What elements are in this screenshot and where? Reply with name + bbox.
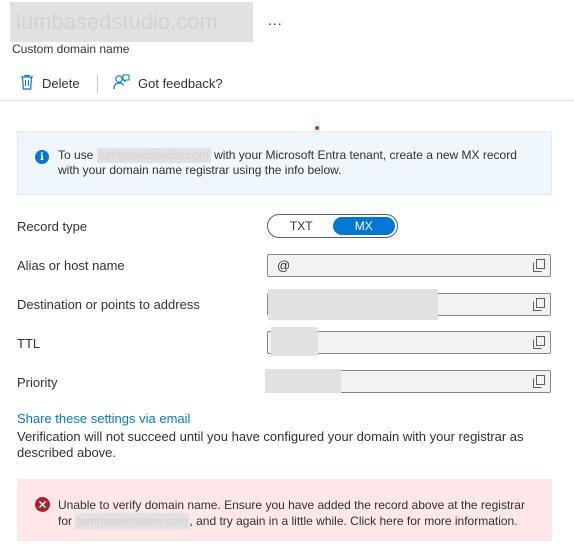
feedback-person-icon: [113, 74, 130, 93]
copy-icon[interactable]: [533, 336, 545, 349]
error-message-text: Unable to verify domain name. Ensure you…: [58, 497, 538, 529]
error-icon: [35, 497, 50, 512]
page-subtitle: Custom domain name: [12, 42, 130, 56]
priority-field[interactable]: [265, 369, 551, 393]
destination-field[interactable]: [267, 289, 551, 320]
copy-icon[interactable]: [533, 375, 545, 388]
info-message-bar: i To use lumbasedstudio.com with your Mi…: [17, 131, 552, 195]
record-type-mx-option[interactable]: MX: [332, 217, 395, 235]
priority-redacted-value: [265, 369, 341, 393]
page-title: lumbasedstudio.com: [10, 2, 253, 42]
alias-field[interactable]: @: [267, 254, 551, 277]
error-suffix: , and try again in a little while. Click…: [189, 514, 518, 528]
info-message-text: To use lumbasedstudio.com with your Micr…: [58, 148, 538, 178]
record-type-txt-option[interactable]: TXT: [270, 217, 333, 235]
destination-redacted-value: [268, 289, 438, 320]
info-domain: lumbasedstudio.com: [96, 148, 211, 163]
feedback-label: Got feedback?: [138, 76, 223, 91]
alias-label: Alias or host name: [17, 258, 125, 273]
verification-note: Verification will not succeed until you …: [17, 429, 524, 460]
toolbar-divider: [97, 75, 98, 93]
status-dot: [315, 126, 319, 130]
command-bar: Delete Got feedback?: [0, 68, 574, 101]
record-type-label: Record type: [17, 219, 88, 234]
ttl-label: TTL: [17, 336, 41, 351]
error-message-bar[interactable]: Unable to verify domain name. Ensure you…: [17, 479, 552, 541]
record-type-toggle: TXT MX: [267, 214, 398, 238]
feedback-button[interactable]: Got feedback?: [113, 74, 223, 93]
copy-icon[interactable]: [533, 298, 545, 311]
page-title-text: lumbasedstudio.com: [16, 9, 218, 34]
info-icon: i: [35, 150, 49, 164]
copy-icon[interactable]: [533, 259, 545, 272]
info-prefix: To use: [58, 148, 94, 162]
alias-value: @: [277, 258, 291, 273]
ttl-redacted-value: [271, 327, 318, 356]
error-domain: lumbasedstudio.com: [75, 513, 190, 529]
ttl-field[interactable]: [267, 327, 551, 356]
share-settings-link[interactable]: Share these settings via email: [17, 411, 190, 426]
trash-icon: [20, 74, 34, 93]
more-options-button[interactable]: ...: [268, 12, 283, 28]
destination-label: Destination or points to address: [17, 297, 200, 312]
priority-label: Priority: [17, 375, 58, 390]
delete-label: Delete: [42, 76, 80, 91]
delete-button[interactable]: Delete: [20, 74, 80, 93]
